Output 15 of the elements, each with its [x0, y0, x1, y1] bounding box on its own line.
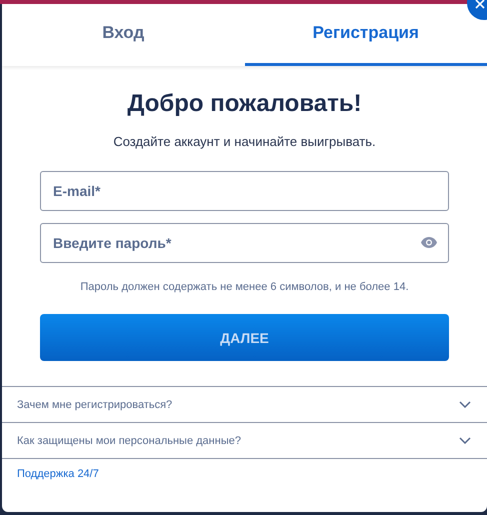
- next-button[interactable]: ДАЛЕЕ: [40, 314, 449, 361]
- heading: Добро пожаловать!: [127, 90, 362, 118]
- chevron-icon: [459, 401, 471, 408]
- tab[interactable]: Вход: [2, 4, 244, 66]
- password-field[interactable]: Введите пароль*: [40, 223, 449, 263]
- eye-icon[interactable]: [421, 237, 437, 248]
- faq-question: Зачем мне регистрироваться?: [17, 398, 172, 410]
- tab[interactable]: Регистрация: [244, 4, 487, 66]
- support-link[interactable]: Поддержка 24/7: [17, 468, 99, 480]
- hint-text: Пароль должен содержать не менее 6 символов, и не более 14.: [80, 281, 409, 293]
- email-field[interactable]: E-mail*: [40, 171, 449, 211]
- chevron-icon: [459, 437, 471, 444]
- close-icon: [475, 0, 485, 9]
- faq-question: Как защищены мои персональные данные?: [17, 434, 241, 446]
- subtitle: Создайте аккаунт и начинайте выигрывать.: [113, 134, 376, 149]
